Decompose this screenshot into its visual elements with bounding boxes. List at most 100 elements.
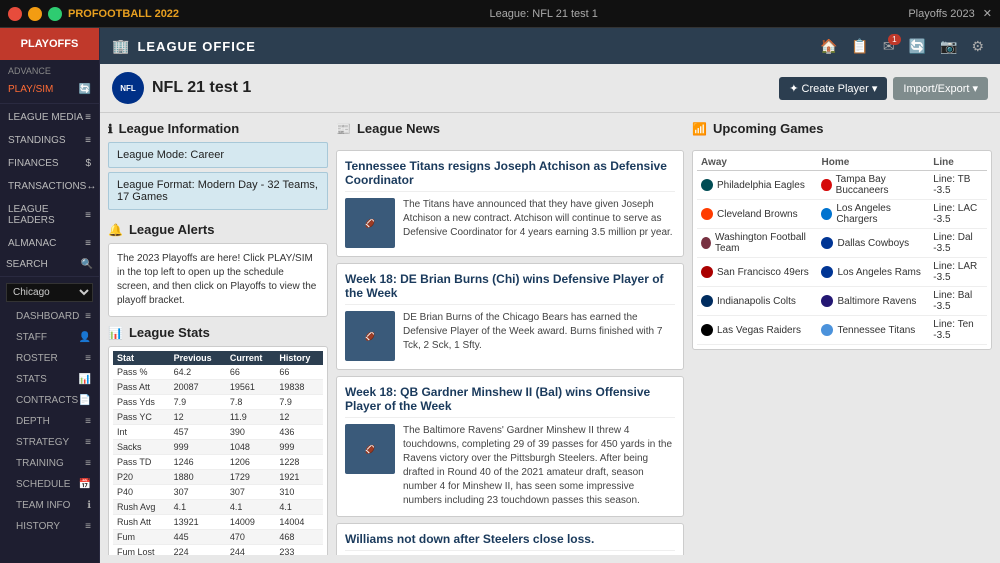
stats-cell: 14009 (226, 515, 275, 530)
stats-col-current: Current (226, 351, 275, 365)
league-mode-item: League Mode: Career (108, 142, 328, 168)
sidebar-roster[interactable]: ROSTER ≡ (0, 348, 99, 369)
stats-col-history: History (275, 351, 323, 365)
sidebar-depth[interactable]: DEPTH ≡ (0, 411, 99, 432)
news-title[interactable]: Week 18: DE Brian Burns (Chi) wins Defen… (345, 272, 675, 305)
stats-cell: 66 (275, 365, 323, 380)
strategy-icon: ≡ (85, 437, 91, 448)
almanac-label: ALMANAC (8, 238, 56, 249)
sidebar-item-league-leaders[interactable]: LEAGUE LEADERS ≡ (0, 198, 99, 232)
stats-cell: 19838 (275, 380, 323, 395)
sidebar-item-search[interactable]: SEARCH 🔍 (6, 259, 93, 270)
maximize-btn[interactable] (48, 7, 62, 21)
stats-cell: 7.9 (170, 395, 226, 410)
top-bar-left: PROFOOTBALL 2022 (8, 7, 179, 21)
sidebar-item-finances[interactable]: FINANCES $ (0, 152, 99, 175)
col-line: Line (929, 155, 987, 171)
schedule-label: SCHEDULE (16, 479, 70, 490)
create-player-btn[interactable]: ✦ Create Player ▾ (779, 77, 887, 100)
play-sim-icon: 🔄 (79, 84, 91, 95)
news-title[interactable]: Tennessee Titans resigns Joseph Atchison… (345, 159, 675, 192)
stats-cell: 307 (226, 485, 275, 500)
league-stats-header: 📊 League Stats (108, 325, 328, 340)
office-title: LEAGUE OFFICE (137, 39, 808, 54)
home-logo (821, 208, 832, 220)
top-bar: PROFOOTBALL 2022 League: NFL 21 test 1 P… (0, 0, 1000, 28)
top-bar-right: Playoffs 2023 ✕ (908, 7, 992, 20)
staff-label: STAFF (16, 332, 47, 343)
stats-cell: 12 (170, 410, 226, 425)
depth-label: DEPTH (16, 416, 50, 427)
news-title[interactable]: Williams not down after Steelers close l… (345, 532, 675, 551)
stats-cell: 11.9 (226, 410, 275, 425)
sidebar-stats[interactable]: STATS 📊 (0, 369, 99, 390)
stats-cell: 390 (226, 425, 275, 440)
transactions-icon: ↔ (86, 181, 96, 192)
stats-cell: P40 (113, 485, 170, 500)
home-btn[interactable]: 🏠 (816, 36, 841, 57)
stats-cell: 999 (170, 440, 226, 455)
sidebar-dashboard[interactable]: DASHBOARD ≡ (0, 306, 99, 327)
mail-btn[interactable]: ✉1 (879, 36, 899, 57)
alerts-card: The 2023 Playoffs are here! Click PLAY/S… (108, 243, 328, 317)
sidebar-strategy[interactable]: STRATEGY ≡ (0, 432, 99, 453)
game-line: Line: Ten -3.5 (929, 316, 987, 345)
sidebar-item-league-media[interactable]: LEAGUE MEDIA ≡ (0, 106, 99, 129)
stats-cell: 4.1 (275, 500, 323, 515)
home-logo (821, 266, 833, 278)
sidebar-training[interactable]: TRAINING ≡ (0, 453, 99, 474)
stats-row: Int457390436 (113, 425, 323, 440)
strategy-label: STRATEGY (16, 437, 69, 448)
camera-btn[interactable]: 📷 (936, 36, 961, 57)
refresh-btn[interactable]: 🔄 (905, 36, 930, 57)
minimize-btn[interactable] (28, 7, 42, 21)
sidebar-item-transactions[interactable]: TRANSACTIONS ↔ (0, 175, 99, 198)
team-select[interactable]: Chicago (6, 283, 93, 302)
away-team: Cleveland Browns (697, 200, 817, 229)
sidebar-item-standings[interactable]: STANDINGS ≡ (0, 129, 99, 152)
stats-cell: Fum Lost (113, 545, 170, 556)
sidebar-schedule[interactable]: SCHEDULE 📅 (0, 474, 99, 495)
news-text: The Titans have announced that they have… (403, 198, 675, 248)
stats-label: STATS (16, 374, 47, 385)
standings-icon: ≡ (85, 135, 91, 146)
sidebar-playoffs[interactable]: PLAYOFFS (0, 28, 99, 60)
stats-cell: 7.9 (275, 395, 323, 410)
stats-card: Stat Previous Current History Pass %64.2… (108, 346, 328, 555)
stats-cell: Fum (113, 530, 170, 545)
sidebar-team-info[interactable]: TEAM INFO ℹ (0, 495, 99, 516)
list-btn[interactable]: 📋 (847, 36, 872, 57)
away-logo (701, 179, 713, 191)
sidebar-item-almanac[interactable]: ALMANAC ≡ (0, 232, 99, 255)
close-btn[interactable] (8, 7, 22, 21)
away-logo (701, 208, 713, 220)
stats-cell: 233 (275, 545, 323, 556)
stats-cell: 14004 (275, 515, 323, 530)
sidebar-history[interactable]: HISTORY ≡ (0, 516, 99, 537)
news-item: Week 18: DE Brian Burns (Chi) wins Defen… (336, 263, 684, 370)
sidebar-staff[interactable]: STAFF 👤 (0, 327, 99, 348)
team-info-icon: ℹ (87, 500, 91, 511)
nfl-logo: NFL (112, 72, 144, 104)
sidebar-contracts[interactable]: CONTRACTS 📄 (0, 390, 99, 411)
stats-row: Sacks9991048999 (113, 440, 323, 455)
stats-row: Fum Lost224244233 (113, 545, 323, 556)
game-line: Line: Bal -3.5 (929, 287, 987, 316)
news-item: Williams not down after Steelers close l… (336, 523, 684, 555)
home-logo (821, 179, 831, 191)
away-logo (701, 237, 711, 249)
stats-cell: 310 (275, 485, 323, 500)
league-format-item: League Format: Modern Day - 32 Teams, 17… (108, 172, 328, 210)
game-row: Cleveland BrownsLos Angeles ChargersLine… (697, 200, 987, 229)
tb-win-close[interactable]: ✕ (983, 7, 992, 20)
nfl-title-area: NFL NFL 21 test 1 (112, 72, 251, 104)
sidebar: PLAYOFFS ADVANCE PLAY/SIM 🔄 LEAGUE MEDIA… (0, 28, 100, 563)
import-export-btn[interactable]: Import/Export ▾ (893, 77, 988, 100)
team-selector[interactable]: Chicago (0, 279, 99, 306)
roster-icon: ≡ (85, 353, 91, 364)
settings-btn[interactable]: ⚙ (967, 36, 988, 57)
sidebar-play-sim[interactable]: PLAY/SIM 🔄 (0, 78, 99, 101)
league-alerts-title: League Alerts (129, 222, 215, 237)
news-title[interactable]: Week 18: QB Gardner Minshew II (Bal) win… (345, 385, 675, 418)
away-team: Las Vegas Raiders (697, 316, 817, 345)
